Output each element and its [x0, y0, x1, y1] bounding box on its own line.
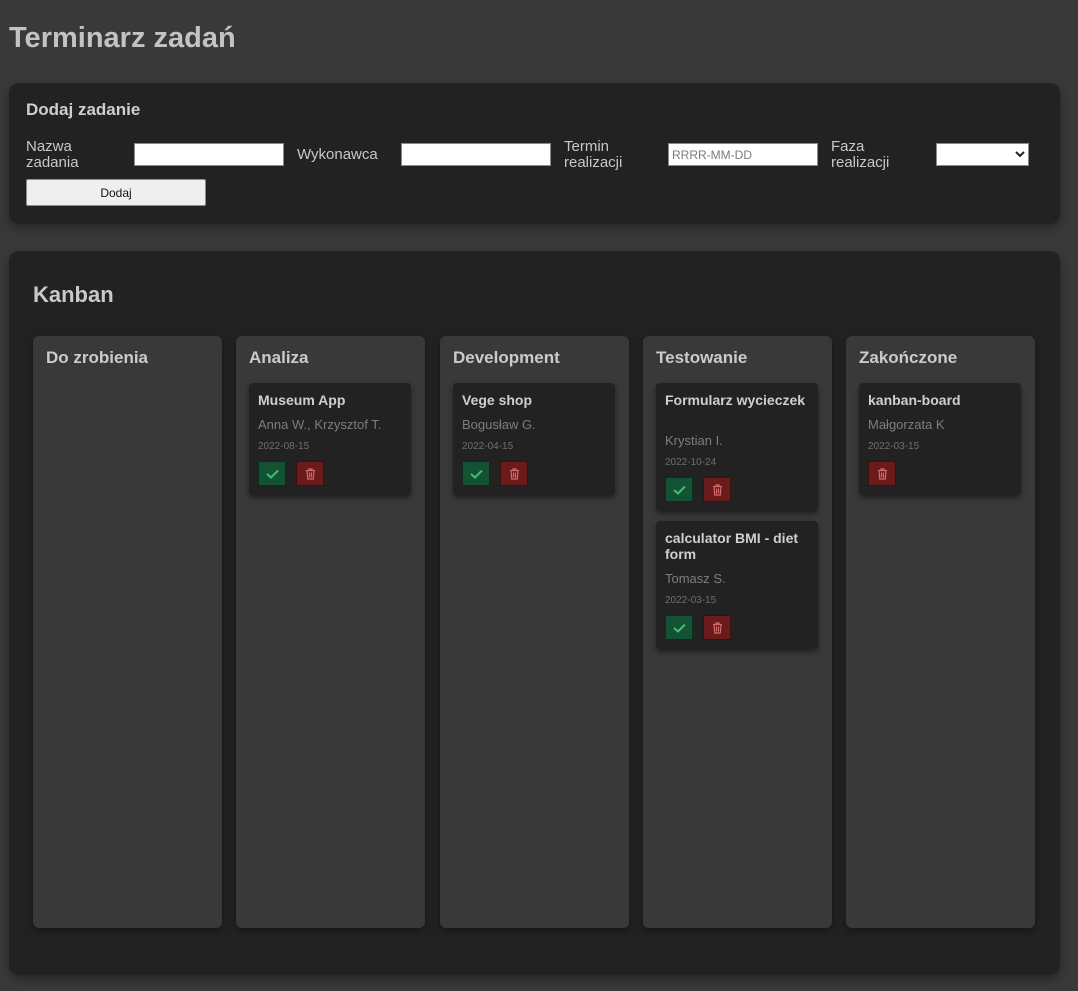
task-card: Formularz wycieczek Krystian I. 2022-10-…: [656, 383, 818, 511]
task-assignee: Bogusław G.: [462, 417, 536, 432]
delete-task-button[interactable]: [868, 461, 896, 486]
task-assignee: Małgorzata K: [868, 417, 945, 432]
mark-done-button[interactable]: [665, 477, 693, 502]
column-development: Development Vege shop Bogusław G. 2022-0…: [440, 336, 629, 928]
task-card: Vege shop Bogusław G. 2022-04-15: [453, 383, 615, 495]
column-title: Do zrobienia: [46, 348, 149, 367]
task-date: 2022-03-15: [868, 441, 920, 452]
mark-done-button[interactable]: [665, 615, 693, 640]
task-date: 2022-03-15: [665, 595, 717, 606]
task-date: 2022-10-24: [665, 457, 717, 468]
delete-task-button[interactable]: [703, 615, 731, 640]
task-card: calculator BMI - diet form Tomasz S. 202…: [656, 521, 818, 649]
kanban-title: Kanban: [33, 282, 114, 307]
trash-icon: [712, 483, 723, 496]
task-date: 2022-08-15: [258, 441, 310, 452]
delete-task-button[interactable]: [703, 477, 731, 502]
column-title: Development: [453, 348, 560, 367]
add-task-button[interactable]: Dodaj: [26, 179, 206, 206]
task-assignee: Tomasz S.: [665, 571, 726, 586]
assignee-label: Wykonawca: [297, 146, 378, 163]
task-actions: [462, 461, 542, 486]
assignee-input[interactable]: [401, 143, 551, 166]
task-assignee: Anna W., Krzysztof T.: [258, 417, 382, 432]
task-actions: [665, 477, 745, 502]
check-icon: [265, 469, 279, 479]
task-name-label: Nazwa zadania: [26, 138, 79, 171]
check-icon: [672, 623, 686, 633]
task-actions: [258, 461, 338, 486]
task-card: kanban-board Małgorzata K 2022-03-15: [859, 383, 1021, 495]
check-icon: [672, 485, 686, 495]
deadline-input[interactable]: [668, 143, 818, 166]
phase-select[interactable]: [936, 143, 1029, 166]
task-title: Formularz wycieczek: [665, 392, 806, 408]
mark-done-button[interactable]: [462, 461, 490, 486]
task-card: Museum App Anna W., Krzysztof T. 2022-08…: [249, 383, 411, 495]
delete-task-button[interactable]: [296, 461, 324, 486]
task-actions: [665, 615, 745, 640]
column-analiza: Analiza Museum App Anna W., Krzysztof T.…: [236, 336, 425, 928]
check-icon: [469, 469, 483, 479]
deadline-label: Termin realizacji: [564, 138, 623, 171]
column-zakonczone: Zakończone kanban-board Małgorzata K 202…: [846, 336, 1035, 928]
task-title: calculator BMI - diet form: [665, 530, 799, 562]
add-task-panel: Dodaj zadanie Nazwa zadania Wykonawca Te…: [9, 83, 1060, 224]
task-actions: [868, 461, 948, 486]
task-date: 2022-04-15: [462, 441, 514, 452]
column-testowanie: Testowanie Formularz wycieczek Krystian …: [643, 336, 832, 928]
task-title: Vege shop: [462, 392, 533, 408]
task-title: kanban-board: [868, 392, 961, 408]
kanban-board: Kanban Do zrobienia Analiza Museum App A…: [9, 251, 1060, 975]
page-title: Terminarz zadań: [9, 22, 236, 54]
trash-icon: [305, 467, 316, 480]
trash-icon: [877, 467, 888, 480]
column-title: Testowanie: [656, 348, 748, 367]
task-assignee: Krystian I.: [665, 433, 723, 448]
column-do-zrobienia: Do zrobienia: [33, 336, 222, 928]
add-task-heading: Dodaj zadanie: [26, 100, 141, 119]
trash-icon: [509, 467, 520, 480]
column-title: Zakończone: [859, 348, 958, 367]
task-title: Museum App: [258, 392, 346, 408]
mark-done-button[interactable]: [258, 461, 286, 486]
delete-task-button[interactable]: [500, 461, 528, 486]
column-title: Analiza: [249, 348, 309, 367]
trash-icon: [712, 621, 723, 634]
phase-label: Faza realizacji: [831, 138, 890, 171]
task-name-input[interactable]: [134, 143, 284, 166]
